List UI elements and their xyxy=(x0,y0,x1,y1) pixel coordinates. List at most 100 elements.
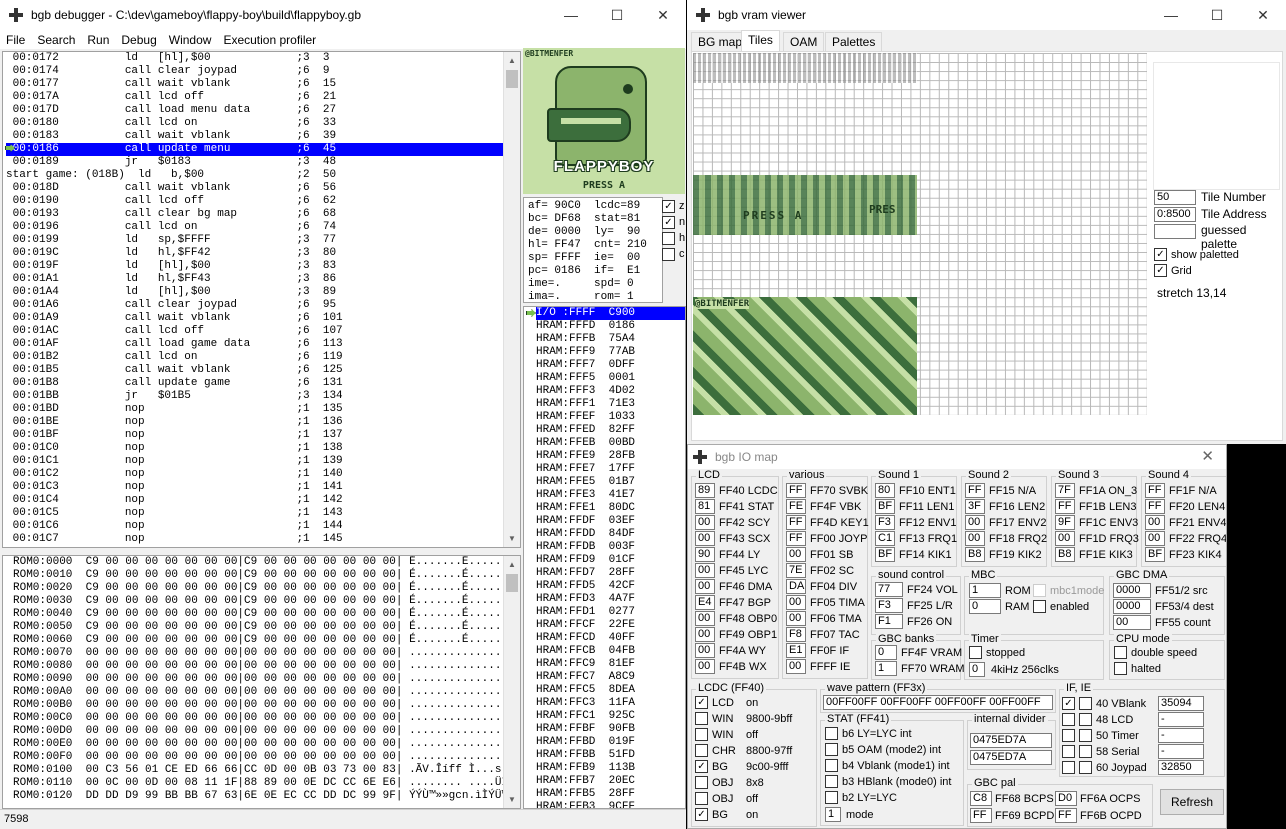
menu-window[interactable]: Window xyxy=(163,33,218,47)
sound4-value-field[interactable]: 00 xyxy=(1145,515,1165,530)
lcd-value-field[interactable]: 00 xyxy=(695,531,715,546)
soundctl-value-field[interactable]: F3 xyxy=(875,598,903,613)
halted-checkbox[interactable]: halted xyxy=(1114,662,1161,675)
register-line[interactable]: af= 90C0 lcdc=89 xyxy=(528,200,647,213)
stat-checkbox[interactable]: b4 Vblank (mode1) int xyxy=(825,759,950,772)
hex-line[interactable]: ROM0:00F0 00 00 00 00 00 00 00 00|00 00 … xyxy=(13,751,515,764)
ie-checkbox[interactable] xyxy=(1079,745,1092,758)
maximize-icon[interactable]: ☐ xyxy=(594,0,640,30)
stack-line[interactable]: HRAM:FFB5 28FF xyxy=(536,788,685,801)
code-line[interactable]: 00:01C7 nop ;1 145 xyxy=(6,533,503,546)
code-line[interactable]: 00:01B5 call wait vblank ;6 125 xyxy=(6,364,503,377)
stack-line[interactable]: HRAM:FFF9 77AB xyxy=(536,346,685,359)
stat-checkbox[interactable]: b2 LY=LYC xyxy=(825,791,897,804)
register-line[interactable]: ima=. rom= 1 xyxy=(528,291,647,302)
if-checkbox[interactable] xyxy=(1062,745,1075,758)
stack-line[interactable]: HRAM:FFDD 84DF xyxy=(536,528,685,541)
sound1-value-field[interactable]: F3 xyxy=(875,515,895,530)
lcdc-row[interactable]: ✓ BG on xyxy=(695,808,758,821)
code-line[interactable]: start game: (018B) ld b,$00 ;2 50 xyxy=(6,169,503,182)
register-line[interactable]: pc= 0186 if= E1 xyxy=(528,265,647,278)
code-line[interactable]: 00:0174 call clear joypad ;6 9 xyxy=(6,65,503,78)
various-value-field[interactable]: 00 xyxy=(786,595,806,610)
ie-checkbox[interactable] xyxy=(1079,761,1092,774)
lcdc-row[interactable]: ✓ LCD on xyxy=(695,696,758,709)
stack-line[interactable]: HRAM:FFE5 01B7 xyxy=(536,476,685,489)
gbcdma-value-field[interactable]: 0000 xyxy=(1113,599,1151,614)
code-line[interactable]: 00:0186 call update menu ;6 45 xyxy=(6,143,503,156)
enabled-checkbox[interactable]: enabled xyxy=(1033,600,1089,613)
code-line[interactable]: 00:019C ld hl,$FF42 ;3 80 xyxy=(6,247,503,260)
sound1-value-field[interactable]: 80 xyxy=(875,483,895,498)
menu-run[interactable]: Run xyxy=(81,33,115,47)
ie-checkbox[interactable] xyxy=(1079,729,1092,742)
stat-checkbox[interactable]: b6 LY=LYC int xyxy=(825,727,912,740)
stack-line[interactable]: HRAM:FFF1 71E3 xyxy=(536,398,685,411)
sound1-value-field[interactable]: BF xyxy=(875,547,895,562)
register-line[interactable]: de= 0000 ly= 90 xyxy=(528,226,647,239)
soundctl-value-field[interactable]: 77 xyxy=(875,582,903,597)
code-line[interactable]: 00:01C6 nop ;1 144 xyxy=(6,520,503,533)
sound1-value-field[interactable]: BF xyxy=(875,499,895,514)
various-value-field[interactable]: DA xyxy=(786,579,806,594)
code-line[interactable]: 00:0172 ld [hl],$00 ;3 3 xyxy=(6,52,503,65)
code-line[interactable]: 00:0177 call wait vblank ;6 15 xyxy=(6,78,503,91)
sound3-value-field[interactable]: 00 xyxy=(1055,531,1075,546)
stack-line[interactable]: HRAM:FFF3 4D02 xyxy=(536,385,685,398)
tile-grid[interactable]: PRESS A PRES @BITMENFER xyxy=(693,53,1147,415)
various-value-field[interactable]: E1 xyxy=(786,643,806,658)
lcd-value-field[interactable]: 89 xyxy=(695,483,715,498)
code-line[interactable]: 00:01BF nop ;1 137 xyxy=(6,429,503,442)
maximize-icon[interactable]: ☐ xyxy=(1194,0,1240,30)
scroll-up-icon[interactable]: ▲ xyxy=(504,556,520,573)
hex-line[interactable]: ROM0:0110 00 0C 00 0D 00 08 11 1F|88 89 … xyxy=(13,777,520,790)
tab-oam[interactable]: OAM xyxy=(783,32,825,52)
stack-line[interactable]: HRAM:FFB7 20EC xyxy=(536,775,685,788)
code-line[interactable]: 00:017D call load menu data ;6 27 xyxy=(6,104,503,117)
show-paletted-checkbox[interactable]: ✓ show paletted xyxy=(1154,248,1239,261)
lcd-value-field[interactable]: 00 xyxy=(695,659,715,674)
sound4-value-field[interactable]: FF xyxy=(1145,499,1165,514)
scroll-thumb[interactable] xyxy=(506,574,518,592)
disassembly-pane[interactable]: 00:0172 ld [hl],$00 ;3 3 00:0174 call cl… xyxy=(2,51,521,548)
various-value-field[interactable]: 00 xyxy=(786,611,806,626)
flag-z-checkbox[interactable]: ✓ z xyxy=(662,198,686,214)
close-icon[interactable]: ✕ xyxy=(640,0,686,30)
sound2-value-field[interactable]: B8 xyxy=(965,547,985,562)
register-line[interactable]: sp= FFFF ie= 00 xyxy=(528,252,647,265)
code-line[interactable]: 00:01BB jr $01B5 ;3 134 xyxy=(6,390,503,403)
scroll-up-icon[interactable]: ▲ xyxy=(504,52,520,69)
hex-line[interactable]: ROM0:00E0 00 00 00 00 00 00 00 00|00 00 … xyxy=(13,738,515,751)
gbcdma-value-field[interactable]: 0000 xyxy=(1113,583,1151,598)
stack-line[interactable]: HRAM:FFCB 04FB xyxy=(536,645,685,658)
various-value-field[interactable]: F8 xyxy=(786,627,806,642)
sound3-value-field[interactable]: FF xyxy=(1055,499,1075,514)
stack-line[interactable]: HRAM:FFCF 22FE xyxy=(536,619,685,632)
code-line[interactable]: 00:01AC call lcd off ;6 107 xyxy=(6,325,503,338)
tab-palettes[interactable]: Palettes xyxy=(825,32,883,52)
code-line[interactable]: 00:01B8 call update game ;6 131 xyxy=(6,377,503,390)
stack-line[interactable]: HRAM:FFB9 113B xyxy=(536,762,685,775)
ie-checkbox[interactable] xyxy=(1079,697,1092,710)
code-line[interactable]: 00:0196 call lcd on ;6 74 xyxy=(6,221,503,234)
minimize-icon[interactable]: — xyxy=(548,0,594,30)
hex-line[interactable]: ROM0:00A0 00 00 00 00 00 00 00 00|00 00 … xyxy=(13,686,515,699)
lcd-value-field[interactable]: 00 xyxy=(695,627,715,642)
if-checkbox[interactable] xyxy=(1062,713,1075,726)
sound2-value-field[interactable]: FF xyxy=(965,483,985,498)
code-line[interactable]: 00:01C2 nop ;1 140 xyxy=(6,468,503,481)
code-line[interactable]: 00:01AF call load game data ;6 113 xyxy=(6,338,503,351)
code-line[interactable]: 00:01A9 call wait vblank ;6 101 xyxy=(6,312,503,325)
various-value-field[interactable]: FF xyxy=(786,531,806,546)
memory-hex-pane[interactable]: ROM0:0000 C9 00 00 00 00 00 00 00|C9 00 … xyxy=(2,555,521,809)
vram-titlebar[interactable]: bgb vram viewer — ☐ ✕ xyxy=(687,0,1286,30)
stack-line[interactable]: HRAM:FFF7 0DFF xyxy=(536,359,685,372)
stack-line[interactable]: HRAM:FFC9 81EF xyxy=(536,658,685,671)
stack-line[interactable]: HRAM:FFDF 03EF xyxy=(536,515,685,528)
lcd-value-field[interactable]: E4 xyxy=(695,595,715,610)
stack-line[interactable]: HRAM:FFDB 003F xyxy=(536,541,685,554)
stack-line[interactable]: HRAM:FFE3 41E7 xyxy=(536,489,685,502)
mbc-rom-field[interactable]: 1 xyxy=(969,583,1001,598)
lcd-value-field[interactable]: 00 xyxy=(695,563,715,578)
various-value-field[interactable]: FF xyxy=(786,515,806,530)
